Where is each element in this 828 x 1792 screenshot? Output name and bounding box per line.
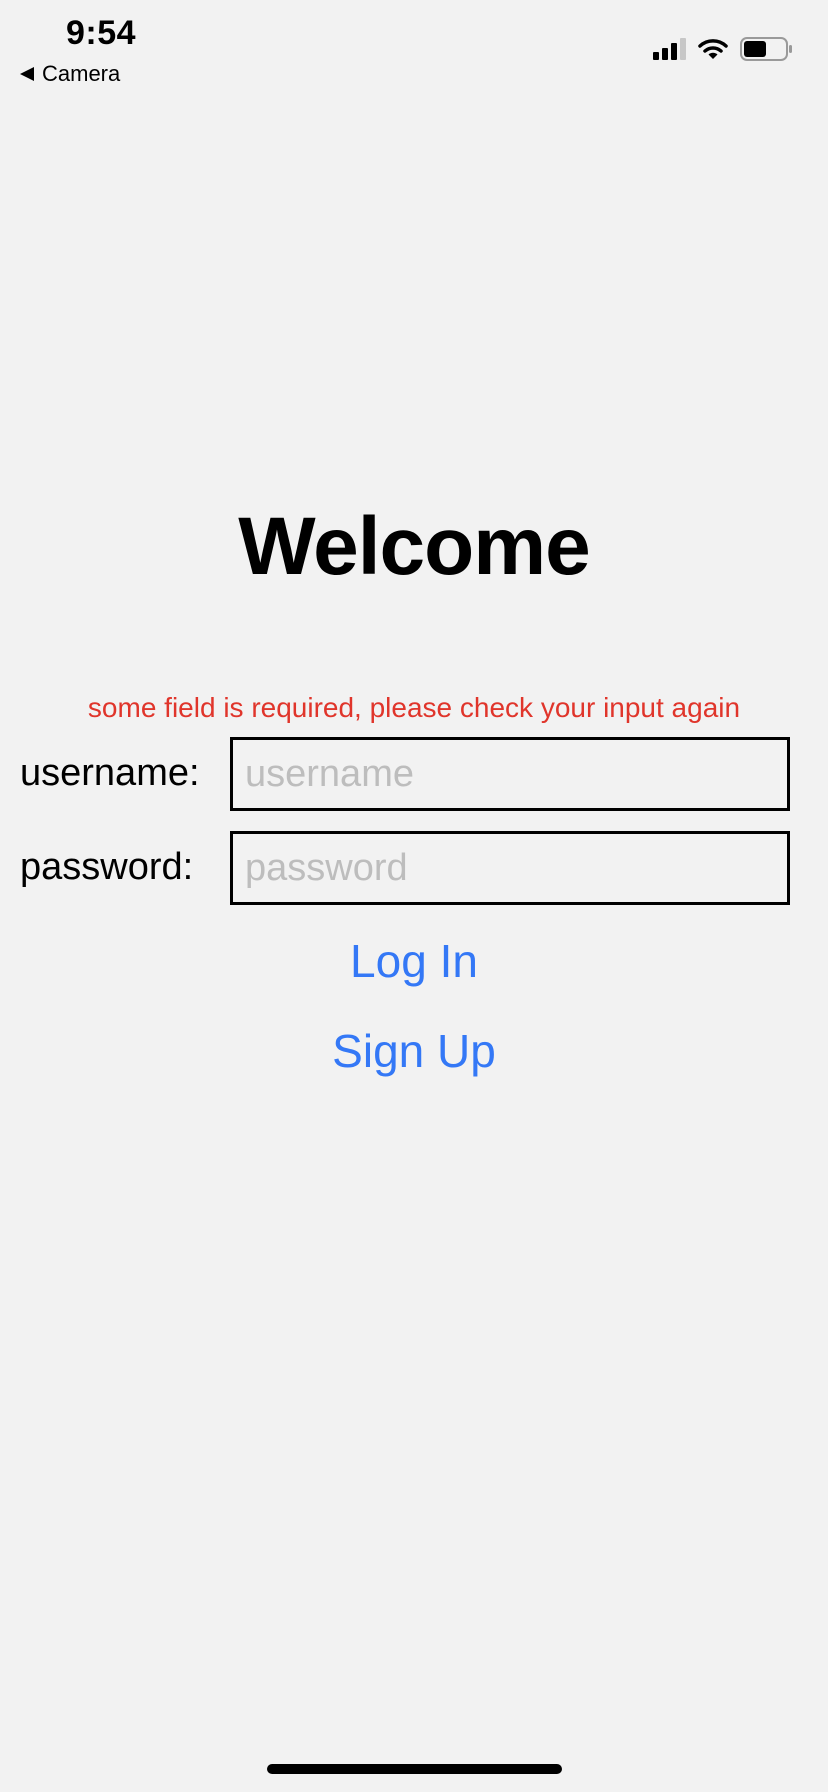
home-indicator[interactable] — [267, 1764, 562, 1774]
username-label: username: — [20, 752, 200, 794]
password-input[interactable] — [230, 831, 790, 905]
password-label: password: — [20, 846, 194, 888]
status-icons — [653, 36, 794, 62]
wifi-icon — [698, 39, 728, 59]
battery-icon — [740, 37, 792, 61]
back-link-label: Camera — [42, 61, 121, 86]
username-input[interactable] — [230, 737, 790, 811]
status-time: 9:54 — [66, 14, 137, 52]
error-message: some field is required, please check you… — [87, 692, 741, 723]
page-title: Welcome — [238, 501, 591, 592]
back-arrow-icon — [20, 67, 34, 81]
login-button[interactable]: Log In — [0, 934, 828, 988]
signup-button[interactable]: Sign Up — [0, 1024, 828, 1078]
signal-icon — [653, 38, 686, 60]
back-to-camera-link[interactable]: Camera — [20, 60, 120, 88]
